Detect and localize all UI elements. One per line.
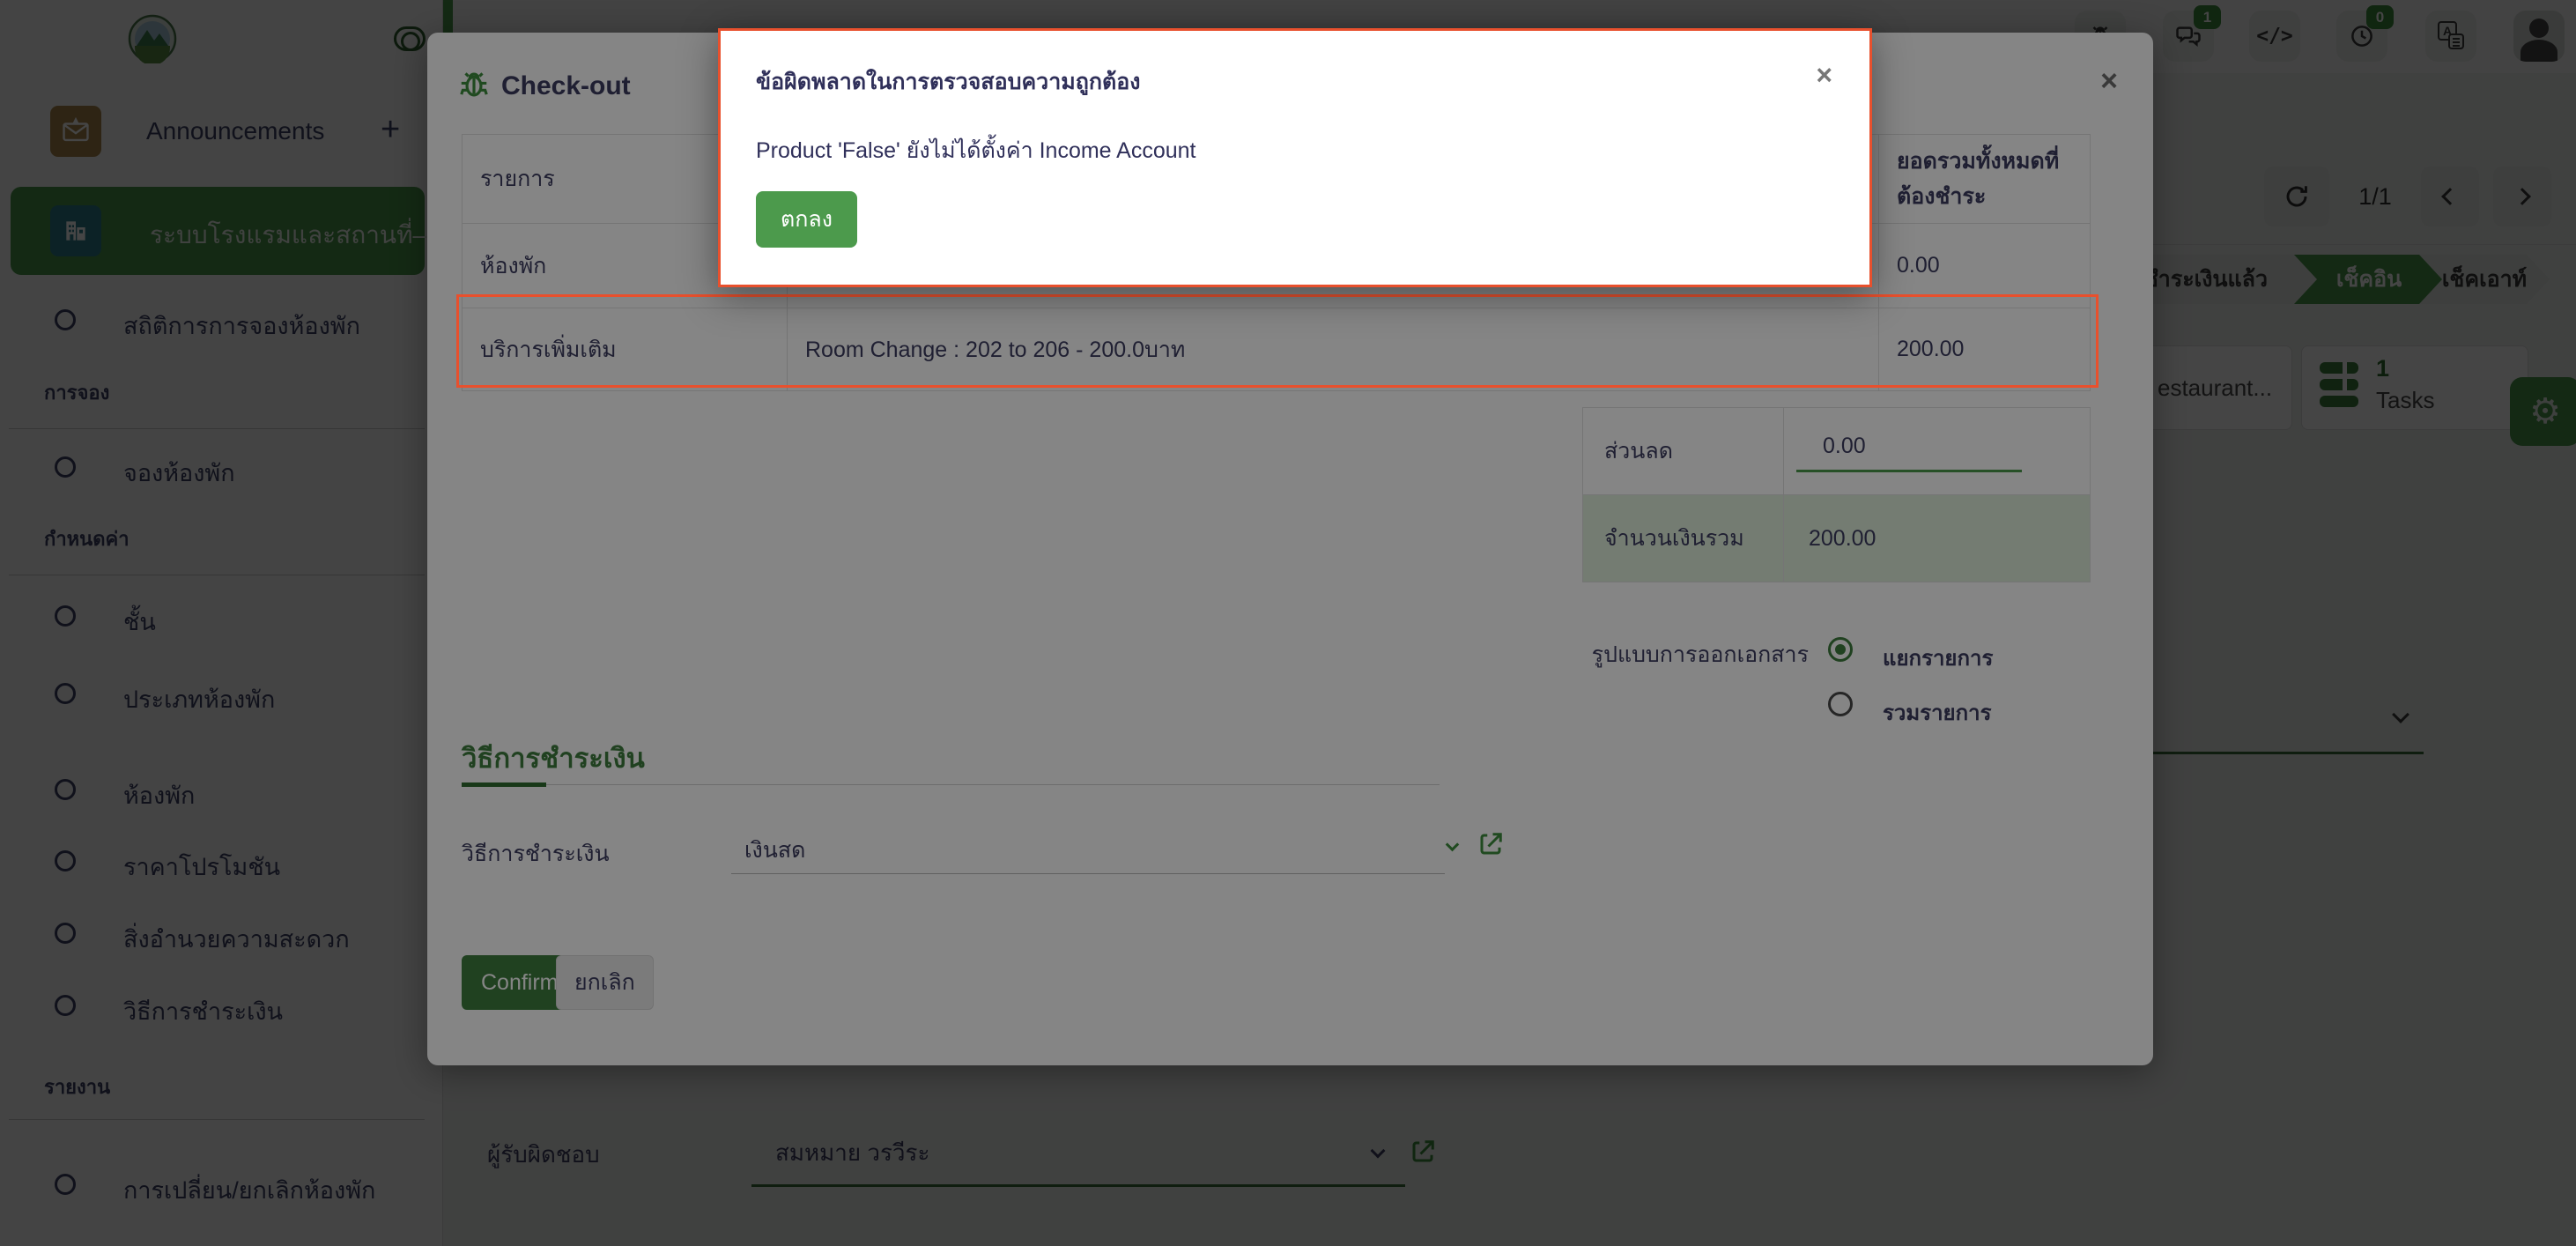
- error-dialog-ok-button[interactable]: ตกลง: [756, 191, 857, 248]
- screen: Announcements + ระบบโรงแรมและสถานที่— สถ…: [0, 0, 2576, 1246]
- error-dialog-message: Product 'False' ยังไม่ได้ตั้งค่า Income …: [756, 133, 1195, 168]
- validation-error-dialog: ข้อผิดพลาดในการตรวจสอบความถูกต้อง × Prod…: [718, 28, 1872, 287]
- validation-highlight-border: [456, 294, 2099, 388]
- error-dialog-title: ข้อผิดพลาดในการตรวจสอบความถูกต้อง: [756, 64, 1140, 100]
- error-dialog-close-button[interactable]: ×: [1816, 59, 1832, 92]
